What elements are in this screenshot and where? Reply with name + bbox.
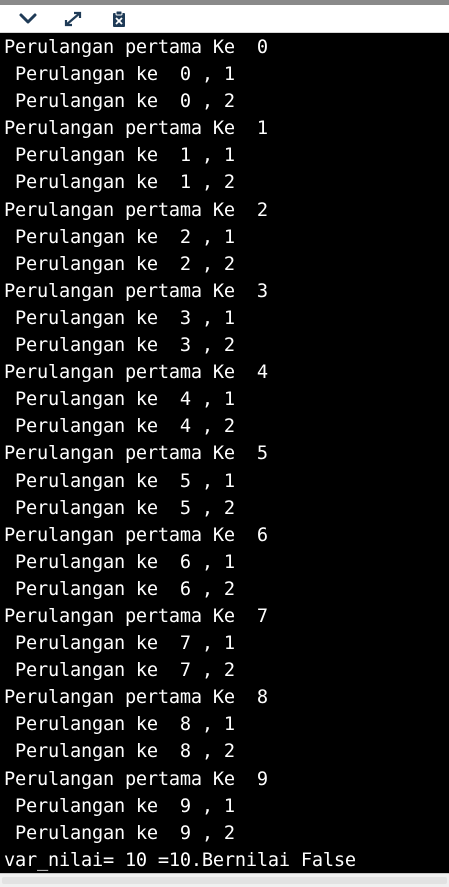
console-line: Perulangan pertama Ke 8: [4, 687, 268, 709]
console-line: Perulangan ke 3 , 2: [4, 335, 235, 357]
console-line: Perulangan ke 9 , 2: [4, 822, 235, 844]
console-line: Perulangan ke 7 , 1: [4, 633, 235, 655]
chevron-down-icon: [19, 13, 37, 24]
console-line: Perulangan pertama Ke 9: [4, 768, 268, 790]
console-line: Perulangan ke 8 , 2: [4, 741, 235, 763]
console-line: Perulangan ke 0 , 2: [4, 91, 235, 113]
console-line: Perulangan ke 3 , 1: [4, 307, 235, 329]
console-line: Perulangan ke 4 , 1: [4, 389, 235, 411]
console-line: Perulangan ke 5 , 2: [4, 497, 235, 519]
console-output[interactable]: Perulangan pertama Ke 0 Perulangan ke 0 …: [0, 33, 449, 873]
console-line: Perulangan ke 9 , 1: [4, 795, 235, 817]
console-line: Perulangan pertama Ke 4: [4, 362, 268, 384]
expand-button[interactable]: [61, 8, 85, 30]
expand-arrows-icon: [64, 11, 82, 27]
console-line: Perulangan ke 7 , 2: [4, 660, 235, 682]
collapse-button[interactable]: [16, 8, 40, 30]
horizontal-scrollbar[interactable]: [2, 877, 447, 884]
console-line: Perulangan pertama Ke 2: [4, 199, 268, 221]
horizontal-scrollbar-area: [0, 873, 449, 887]
console-line: Perulangan pertama Ke 3: [4, 280, 268, 302]
console-line: Perulangan ke 1 , 1: [4, 145, 235, 167]
console-line: Perulangan pertama Ke 1: [4, 118, 268, 140]
console-line: Perulangan ke 2 , 1: [4, 226, 235, 248]
console-line: Perulangan ke 4 , 2: [4, 416, 235, 438]
console-line: Perulangan ke 0 , 1: [4, 64, 235, 86]
console-line: Perulangan pertama Ke 7: [4, 605, 268, 627]
console-lines: Perulangan pertama Ke 0 Perulangan ke 0 …: [4, 34, 449, 873]
console-line: Perulangan pertama Ke 6: [4, 524, 268, 546]
console-line: Perulangan pertama Ke 0: [4, 37, 268, 58]
console-toolbar: [0, 5, 449, 33]
console-line: Perulangan ke 8 , 1: [4, 714, 235, 736]
console-line: Perulangan ke 6 , 1: [4, 551, 235, 573]
clipboard-clear-icon: [113, 10, 125, 27]
clear-console-button[interactable]: [107, 8, 131, 30]
console-line: Perulangan ke 6 , 2: [4, 578, 235, 600]
console-line: Perulangan ke 2 , 2: [4, 253, 235, 275]
console-line: Perulangan ke 1 , 2: [4, 172, 235, 194]
console-line: Perulangan ke 5 , 1: [4, 470, 235, 492]
console-line: var_nilai= 10 =10.Bernilai False: [4, 849, 356, 871]
console-line: Perulangan pertama Ke 5: [4, 443, 268, 465]
